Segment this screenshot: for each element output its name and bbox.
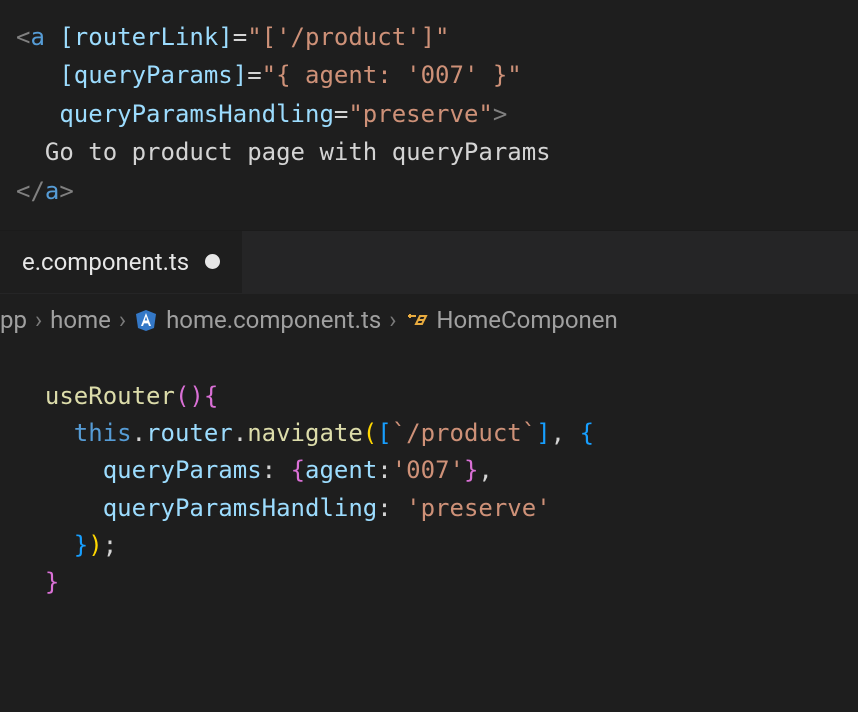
- brace-close: }: [464, 456, 478, 484]
- code-line: queryParamsHandling="preserve">: [16, 95, 842, 133]
- chevron-right-icon: ›: [389, 306, 396, 334]
- comma: ,: [478, 456, 492, 484]
- breadcrumb-item[interactable]: home: [50, 306, 111, 334]
- class-symbol-icon: [404, 308, 428, 332]
- code-line: queryParamsHandling: 'preserve': [16, 490, 842, 527]
- breadcrumb-item[interactable]: home.component.ts: [166, 306, 381, 334]
- editor-tab-active[interactable]: e.component.ts: [0, 231, 242, 293]
- editor-pane-top[interactable]: <a [routerLink]="['/product']" [queryPar…: [0, 0, 858, 230]
- property-key: agent: [305, 456, 377, 484]
- semicolon: ;: [103, 531, 117, 559]
- brace-open: {: [580, 419, 594, 447]
- code-line: }: [16, 564, 842, 601]
- code-line: [queryParams]="{ agent: '007' }": [16, 56, 842, 94]
- attr-name: queryParamsHandling: [59, 100, 334, 128]
- colon: :: [262, 456, 291, 484]
- angle-bracket: </: [16, 177, 45, 205]
- breadcrumb-item[interactable]: HomeComponen: [436, 306, 617, 334]
- editor-pane-bottom[interactable]: useRouter(){ this.router.navigate([`/pro…: [0, 348, 858, 611]
- code-line: </a>: [16, 172, 842, 210]
- dot: .: [233, 419, 247, 447]
- code-line: useRouter(){: [16, 378, 842, 415]
- paren-close: ): [88, 531, 102, 559]
- attr-name: [queryParams]: [59, 61, 247, 89]
- brace: {: [204, 382, 218, 410]
- code-line: this.router.navigate([`/product`], {: [16, 415, 842, 452]
- text-content: Go to product page with queryParams: [45, 138, 551, 166]
- unsaved-indicator-icon: [205, 254, 220, 269]
- tag-name: a: [45, 177, 59, 205]
- paren: (): [175, 382, 204, 410]
- paren-open: (: [363, 419, 377, 447]
- chevron-right-icon: ›: [35, 306, 42, 334]
- code-line: Go to product page with queryParams: [16, 133, 842, 171]
- property: router: [146, 419, 233, 447]
- bracket-open: [: [377, 419, 391, 447]
- property-key: queryParams: [103, 456, 262, 484]
- attr-name: [routerLink]: [59, 23, 232, 51]
- attr-value: "preserve": [348, 100, 493, 128]
- property-key: queryParamsHandling: [103, 494, 378, 522]
- code-line: queryParams: {agent:'007'},: [16, 452, 842, 489]
- attr-value: "['/product']": [247, 23, 449, 51]
- angle-bracket: <: [16, 23, 30, 51]
- tag-name: a: [30, 23, 44, 51]
- equals: =: [334, 100, 348, 128]
- brace-open: {: [291, 456, 305, 484]
- colon: :: [377, 456, 391, 484]
- angle-bracket: >: [493, 100, 507, 128]
- string: `/product`: [392, 419, 537, 447]
- equals: =: [247, 61, 261, 89]
- tab-bar: e.component.ts: [0, 230, 858, 294]
- equals: =: [233, 23, 247, 51]
- code-line: });: [16, 527, 842, 564]
- string: '007': [392, 456, 464, 484]
- function-name: useRouter: [45, 382, 175, 410]
- keyword-this: this: [74, 419, 132, 447]
- breadcrumb: pp › home › home.component.ts › HomeComp…: [0, 294, 858, 348]
- colon: :: [377, 494, 406, 522]
- comma: ,: [551, 419, 580, 447]
- string: 'preserve': [406, 494, 551, 522]
- tab-label: e.component.ts: [22, 248, 189, 276]
- angle-bracket: >: [59, 177, 73, 205]
- attr-value: "{ agent: '007' }": [262, 61, 522, 89]
- chevron-right-icon: ›: [119, 306, 126, 334]
- code-line: <a [routerLink]="['/product']": [16, 18, 842, 56]
- method: navigate: [247, 419, 363, 447]
- brace-close: }: [45, 568, 59, 596]
- brace-close: }: [74, 531, 88, 559]
- breadcrumb-item[interactable]: pp: [0, 306, 27, 334]
- dot: .: [132, 419, 146, 447]
- angular-file-icon: [134, 308, 158, 332]
- bracket-close: ]: [536, 419, 550, 447]
